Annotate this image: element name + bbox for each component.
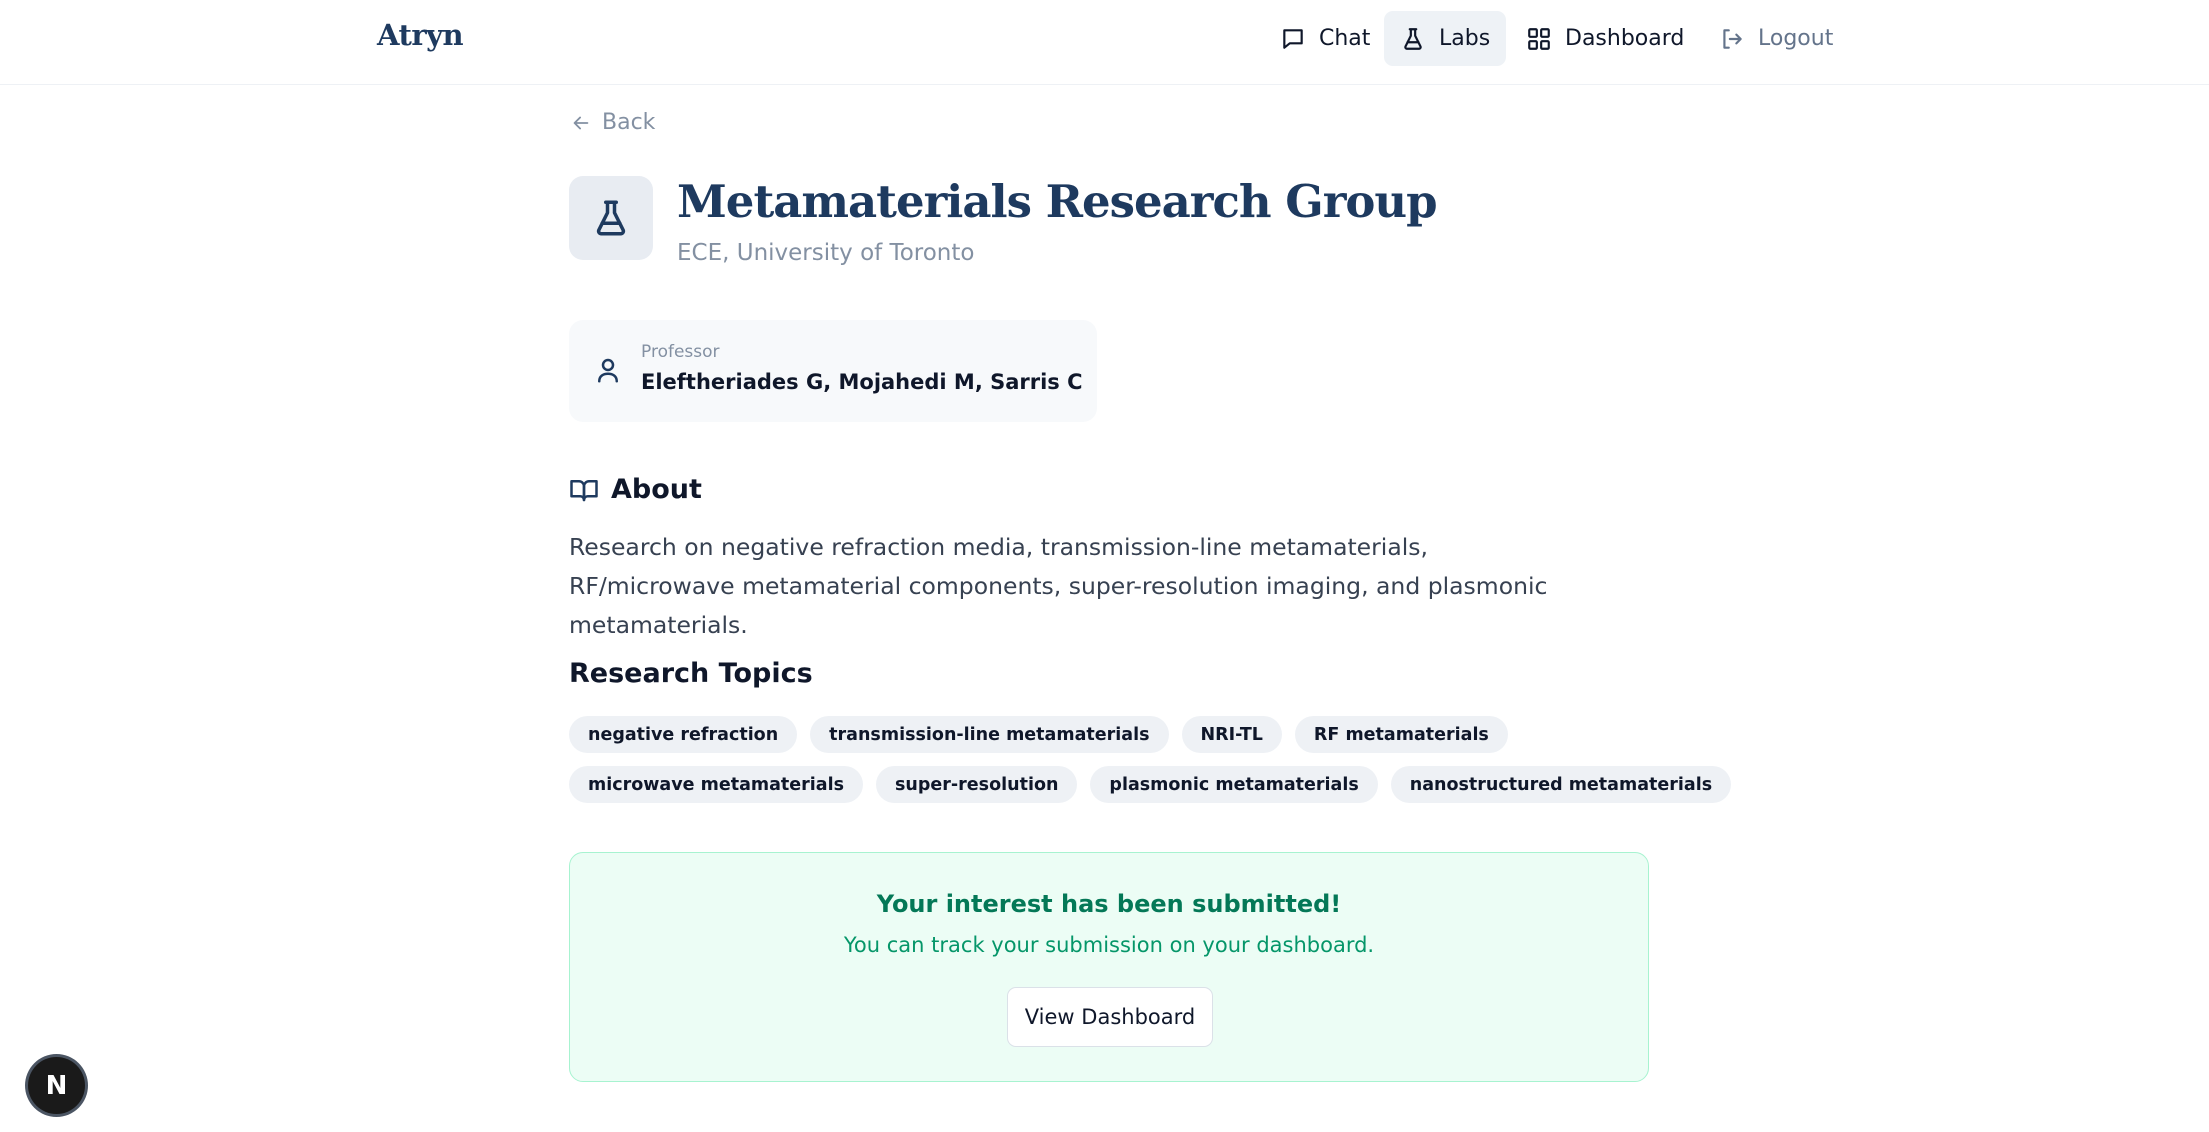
about-heading: About bbox=[569, 474, 702, 505]
topic-chip: nanostructured metamaterials bbox=[1390, 766, 1732, 803]
topic-row: negative refraction transmission-line me… bbox=[569, 716, 1669, 753]
topic-chip: super-resolution bbox=[876, 766, 1078, 803]
professor-card: Professor Eleftheriades G, Mojahedi M, S… bbox=[569, 320, 1097, 422]
chat-icon bbox=[1283, 28, 1303, 49]
user-icon bbox=[598, 358, 618, 383]
flask-icon bbox=[1404, 27, 1422, 50]
topic-row: microwave metamaterials super-resolution… bbox=[569, 766, 1732, 803]
nav-chat[interactable]: Chat bbox=[1264, 11, 1386, 66]
nav-labs-label: Labs bbox=[1439, 26, 1491, 51]
back-label: Back bbox=[602, 110, 656, 135]
logout-icon bbox=[1723, 28, 1742, 49]
about-heading-label: About bbox=[611, 474, 702, 505]
nav-chat-label: Chat bbox=[1319, 26, 1371, 51]
view-dashboard-button[interactable]: View Dashboard bbox=[1007, 987, 1213, 1047]
topic-chip: plasmonic metamaterials bbox=[1090, 766, 1378, 803]
about-text: Research on negative refraction media, t… bbox=[569, 533, 1548, 639]
professor-label: Professor bbox=[641, 342, 720, 362]
page-title: Metamaterials Research Group bbox=[677, 175, 1438, 228]
lab-affiliation: ECE, University of Toronto bbox=[677, 240, 975, 266]
nav-dashboard[interactable]: Dashboard bbox=[1510, 11, 1700, 66]
topic-chip-list: negative refraction transmission-line me… bbox=[569, 716, 1732, 816]
app-logo[interactable]: Atryn bbox=[377, 18, 464, 52]
dashboard-grid-icon bbox=[1528, 27, 1550, 50]
research-topics-heading: Research Topics bbox=[569, 658, 813, 689]
submission-success-banner: Your interest has been submitted! You ca… bbox=[569, 852, 1649, 1082]
top-navbar: Atryn Chat Labs Dashboard Logout bbox=[0, 0, 2209, 85]
nav-dashboard-label: Dashboard bbox=[1565, 26, 1685, 51]
lab-icon-tile bbox=[569, 176, 653, 260]
nav-logout[interactable]: Logout bbox=[1703, 11, 1849, 66]
back-link[interactable]: Back bbox=[570, 110, 655, 135]
topic-chip: microwave metamaterials bbox=[569, 766, 864, 803]
topic-chip: RF metamaterials bbox=[1294, 716, 1508, 753]
topic-chip: negative refraction bbox=[569, 716, 798, 753]
success-text: You can track your submission on your da… bbox=[843, 933, 1375, 957]
nav-labs[interactable]: Labs bbox=[1384, 11, 1507, 66]
arrow-left-icon bbox=[573, 116, 589, 129]
professor-names: Eleftheriades G, Mojahedi M, Sarris C bbox=[641, 370, 1083, 394]
success-title: Your interest has been submitted! bbox=[876, 890, 1342, 918]
topic-chip: NRI-TL bbox=[1181, 716, 1282, 753]
flask-icon bbox=[596, 200, 626, 236]
topic-chip: transmission-line metamaterials bbox=[810, 716, 1169, 753]
nav-logout-label: Logout bbox=[1758, 26, 1834, 51]
open-book-icon bbox=[570, 479, 598, 501]
dev-tools-badge[interactable]: N bbox=[28, 1057, 85, 1114]
research-topics-heading-label: Research Topics bbox=[569, 658, 813, 689]
